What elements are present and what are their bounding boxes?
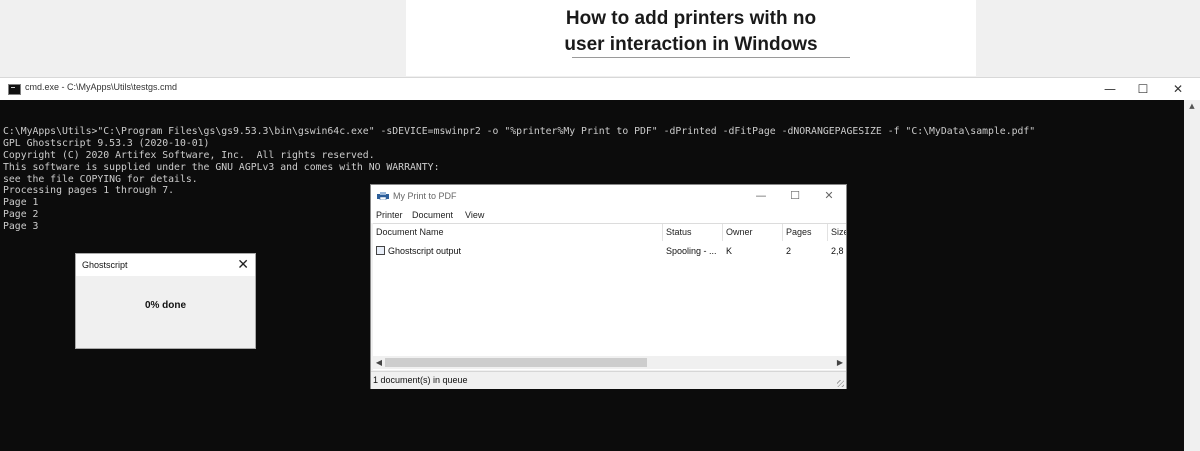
banner-title: How to add printers with no user interac… — [406, 6, 976, 58]
print-queue-title: My Print to PDF — [393, 191, 457, 201]
console-line: GPL Ghostscript 9.53.3 (2020-10-01) — [3, 137, 210, 149]
console-icon — [8, 84, 21, 95]
status-bar: 1 document(s) in queue — [371, 371, 846, 389]
close-button[interactable]: ✕ — [1161, 80, 1195, 98]
menu-view[interactable]: View — [465, 210, 484, 220]
resize-grip-icon[interactable] — [837, 380, 844, 387]
pages-cell: 2 — [786, 246, 792, 256]
column-header-pages[interactable]: Pages — [783, 224, 828, 241]
ghostscript-titlebar[interactable]: Ghostscript ✕ — [76, 254, 255, 276]
column-header-status[interactable]: Status — [663, 224, 723, 241]
column-header-owner[interactable]: Owner — [723, 224, 783, 241]
progress-text: 0% done — [144, 300, 187, 311]
ghostscript-dialog[interactable]: Ghostscript ✕ 0% done — [75, 253, 256, 349]
document-icon — [376, 246, 385, 256]
ghostscript-dialog-title: Ghostscript — [82, 260, 128, 270]
vertical-scrollbar[interactable]: ▲ — [1184, 100, 1200, 451]
banner-title-line1: How to add printers with no — [565, 8, 817, 29]
cmd-titlebar[interactable]: cmd.exe - C:\MyApps\Utils\testgs.cmd — ☐… — [0, 78, 1200, 100]
column-header-document-name[interactable]: Document Name — [373, 224, 663, 241]
maximize-button[interactable]: ☐ — [1126, 80, 1160, 98]
scroll-up-arrow-icon[interactable]: ▲ — [1184, 100, 1200, 112]
ghostscript-close-button[interactable]: ✕ — [237, 256, 249, 274]
document-name-cell: Ghostscript output — [376, 244, 661, 258]
scrollbar-thumb[interactable] — [385, 358, 647, 367]
console-line: Copyright (C) 2020 Artifex Software, Inc… — [3, 149, 375, 161]
cmd-window-title: cmd.exe - C:\MyApps\Utils\testgs.cmd — [25, 82, 178, 92]
article-banner: How to add printers with no user interac… — [406, 0, 976, 76]
document-name: Ghostscript output — [388, 246, 462, 256]
menu-printer[interactable]: Printer — [376, 210, 403, 220]
document-list[interactable]: Document Name Status Owner Pages Size Gh… — [373, 223, 846, 370]
status-cell: Spooling - ... — [666, 246, 717, 256]
size-cell: 2,8 — [831, 246, 844, 256]
console-line: C:\MyApps\Utils>"C:\Program Files\gs\gs9… — [3, 125, 1036, 137]
menu-bar: Printer Document View — [371, 207, 846, 223]
scroll-right-arrow-icon[interactable]: ▶ — [834, 356, 846, 369]
printer-icon — [377, 192, 389, 200]
print-queue-close-button[interactable]: ✕ — [813, 187, 845, 205]
queue-count-text: 1 document(s) in queue — [373, 375, 468, 385]
print-queue-maximize-button[interactable]: ☐ — [779, 187, 811, 205]
menu-document[interactable]: Document — [412, 210, 453, 220]
console-line: This software is supplied under the GNU … — [3, 161, 440, 173]
owner-cell: K — [726, 246, 733, 256]
horizontal-scrollbar[interactable]: ◀ ▶ — [373, 356, 846, 369]
print-queue-minimize-button[interactable]: — — [745, 187, 777, 205]
scroll-left-arrow-icon[interactable]: ◀ — [373, 356, 385, 369]
banner-underline — [572, 57, 850, 58]
print-queue-window[interactable]: My Print to PDF — ☐ ✕ Printer Document V… — [370, 184, 847, 389]
minimize-button[interactable]: — — [1093, 80, 1127, 98]
banner-title-line2: user interaction in Windows — [564, 34, 818, 55]
column-header-size[interactable]: Size — [828, 224, 846, 241]
print-queue-titlebar[interactable]: My Print to PDF — ☐ ✕ — [371, 185, 846, 207]
